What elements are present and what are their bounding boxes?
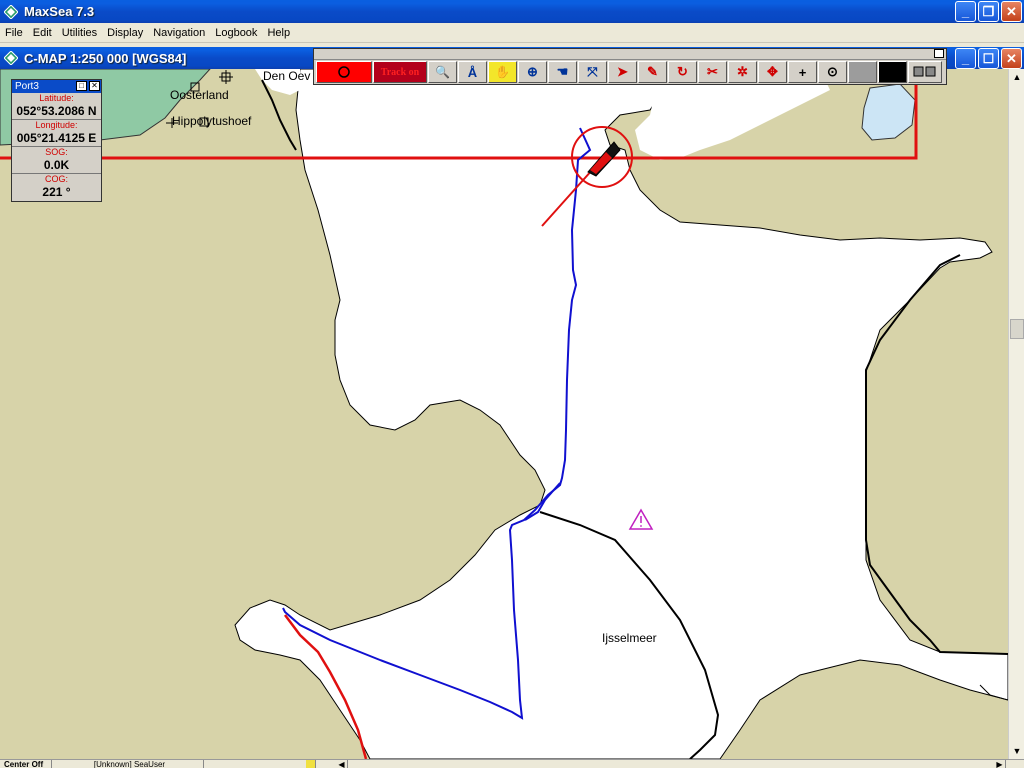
sog-value: 0.0K bbox=[43, 158, 70, 172]
longitude-row: Longitude: 005°21.4125 E bbox=[12, 120, 101, 147]
compass-divider-icon: Å bbox=[467, 64, 478, 80]
status-center-off[interactable]: Center Off bbox=[4, 760, 52, 768]
grab-icon: ☚ bbox=[556, 64, 569, 79]
plus-icon: + bbox=[798, 64, 807, 80]
grab-button[interactable]: ☚ bbox=[548, 61, 577, 83]
toolbar-grip[interactable] bbox=[314, 49, 946, 60]
chart-maximize-button[interactable]: ☐ bbox=[978, 48, 999, 69]
scrollbar-thumb[interactable] bbox=[1010, 319, 1024, 339]
status-indicator-icon bbox=[306, 760, 316, 768]
app-title: MaxSea 7.3 bbox=[24, 4, 95, 19]
plus-button[interactable]: + bbox=[788, 61, 817, 83]
port-position-panel: Port3 □ ✕ Latitude: 052°53.2086 N Longit… bbox=[11, 79, 102, 202]
move-button[interactable]: ✥ bbox=[758, 61, 787, 83]
water-body bbox=[234, 69, 1008, 759]
latitude-label: Latitude: bbox=[39, 93, 74, 103]
menu-navigation[interactable]: Navigation bbox=[148, 23, 210, 43]
menu-bar: File Edit Utilities Display Navigation L… bbox=[0, 23, 1024, 43]
scatter-button[interactable]: ✲ bbox=[728, 61, 757, 83]
zoom-icon: 🔍 bbox=[435, 65, 450, 79]
windmill-icon bbox=[219, 70, 233, 84]
measure-button[interactable]: ⤧ bbox=[578, 61, 607, 83]
chart-canvas[interactable] bbox=[0, 69, 1008, 759]
longitude-label: Longitude: bbox=[35, 120, 78, 130]
longitude-value: 005°21.4125 E bbox=[16, 131, 97, 145]
target-icon bbox=[338, 66, 350, 78]
target-button[interactable] bbox=[316, 61, 372, 83]
sog-row: SOG: 0.0K bbox=[12, 147, 101, 174]
rotate-button[interactable]: ↻ bbox=[668, 61, 697, 83]
place-label-ijsselmeer: Ijsselmeer bbox=[602, 631, 657, 645]
toolbar-buttons: Track on 🔍 Å ✋ ⊕ ☚ ⤧ ➤ ✎ ↻ ✂ ✲ ✥ + ⊙ bbox=[314, 60, 946, 84]
crosshair-icon: ⊕ bbox=[527, 64, 538, 79]
latitude-value: 052°53.2086 N bbox=[16, 104, 97, 118]
pencil-button[interactable]: ✎ bbox=[638, 61, 667, 83]
lake-area bbox=[861, 83, 916, 141]
close-button[interactable]: ✕ bbox=[1001, 1, 1022, 22]
vertical-scrollbar[interactable]: ▲ ▼ bbox=[1008, 69, 1024, 759]
chart-close-button[interactable]: ✕ bbox=[1001, 48, 1022, 69]
toolbar-close-icon[interactable] bbox=[934, 49, 944, 58]
nautical-chart[interactable]: Oosterland Hippolytushoef Den Oev Ijssel… bbox=[0, 69, 1008, 759]
chart-window-title: C-MAP 1:250 000 [WGS84] bbox=[24, 50, 187, 66]
floating-toolbar: Track on 🔍 Å ✋ ⊕ ☚ ⤧ ➤ ✎ ↻ ✂ ✲ ✥ + ⊙ bbox=[313, 48, 947, 85]
track-on-button[interactable]: Track on bbox=[373, 61, 427, 83]
menu-logbook[interactable]: Logbook bbox=[210, 23, 262, 43]
latitude-row: Latitude: 052°53.2086 N bbox=[12, 93, 101, 120]
app-titlebar: MaxSea 7.3 _ ❐ ✕ bbox=[0, 0, 1024, 23]
maxsea-logo-icon bbox=[4, 51, 18, 65]
grey-swatch-button[interactable] bbox=[848, 61, 877, 83]
crosshair-button[interactable]: ⊕ bbox=[518, 61, 547, 83]
hand-icon: ✋ bbox=[495, 65, 510, 79]
menu-edit[interactable]: Edit bbox=[28, 23, 57, 43]
minimize-button[interactable]: _ bbox=[955, 1, 976, 22]
sog-label: SOG: bbox=[45, 147, 68, 157]
divider-button[interactable]: Å bbox=[458, 61, 487, 83]
port-panel-header[interactable]: Port3 □ ✕ bbox=[12, 80, 101, 93]
move-icon: ✥ bbox=[767, 64, 778, 79]
scissors-button[interactable]: ✂ bbox=[698, 61, 727, 83]
place-label-oosterland: Oosterland bbox=[170, 88, 229, 102]
place-label-den-oever: Den Oev bbox=[263, 69, 311, 83]
chart-window-controls: _ ☐ ✕ bbox=[955, 48, 1022, 69]
chart-minimize-button[interactable]: _ bbox=[955, 48, 976, 69]
cog-row: COG: 221 ° bbox=[12, 174, 101, 201]
port-panel-title: Port3 bbox=[15, 81, 39, 92]
scissors-icon: ✂ bbox=[707, 64, 718, 79]
menu-utilities[interactable]: Utilities bbox=[57, 23, 102, 43]
status-bar: Center Off [Unknown] SeaUser ◀ ▶ bbox=[0, 759, 1024, 768]
status-user: [Unknown] SeaUser bbox=[56, 760, 204, 768]
app-window-controls: _ ❐ ✕ bbox=[955, 1, 1022, 22]
black-swatch-button[interactable] bbox=[878, 61, 907, 83]
menu-file[interactable]: File bbox=[0, 23, 28, 43]
status-scroll-left-icon[interactable]: ◀ bbox=[336, 760, 348, 768]
hand-button[interactable]: ✋ bbox=[488, 61, 517, 83]
maxsea-logo-icon bbox=[4, 4, 18, 19]
restore-button[interactable]: ❐ bbox=[978, 1, 999, 22]
zoom-button[interactable]: 🔍 bbox=[428, 61, 457, 83]
pointer-button[interactable]: ➤ bbox=[608, 61, 637, 83]
cog-value: 221 ° bbox=[42, 185, 71, 199]
pointer-icon: ➤ bbox=[617, 64, 628, 79]
rotate-icon: ↻ bbox=[677, 64, 688, 79]
cog-label: COG: bbox=[44, 174, 68, 184]
menu-help[interactable]: Help bbox=[262, 23, 295, 43]
center-icon: ⊙ bbox=[827, 64, 838, 79]
measure-icon: ⤧ bbox=[587, 64, 598, 79]
scatter-icon: ✲ bbox=[737, 64, 748, 79]
menu-display[interactable]: Display bbox=[102, 23, 148, 43]
place-label-hippolytushoef: Hippolytushoef bbox=[172, 114, 252, 128]
center-button[interactable]: ⊙ bbox=[818, 61, 847, 83]
scroll-down-icon[interactable]: ▼ bbox=[1009, 743, 1024, 759]
scroll-up-icon[interactable]: ▲ bbox=[1009, 69, 1024, 85]
port-panel-maximize-icon[interactable]: □ bbox=[76, 81, 87, 91]
monitors-icon bbox=[913, 66, 936, 77]
display-toggle-button[interactable] bbox=[908, 61, 942, 83]
port-panel-close-icon[interactable]: ✕ bbox=[89, 81, 100, 91]
status-scroll-right-icon[interactable]: ▶ bbox=[994, 760, 1006, 768]
pencil-icon: ✎ bbox=[647, 64, 658, 79]
